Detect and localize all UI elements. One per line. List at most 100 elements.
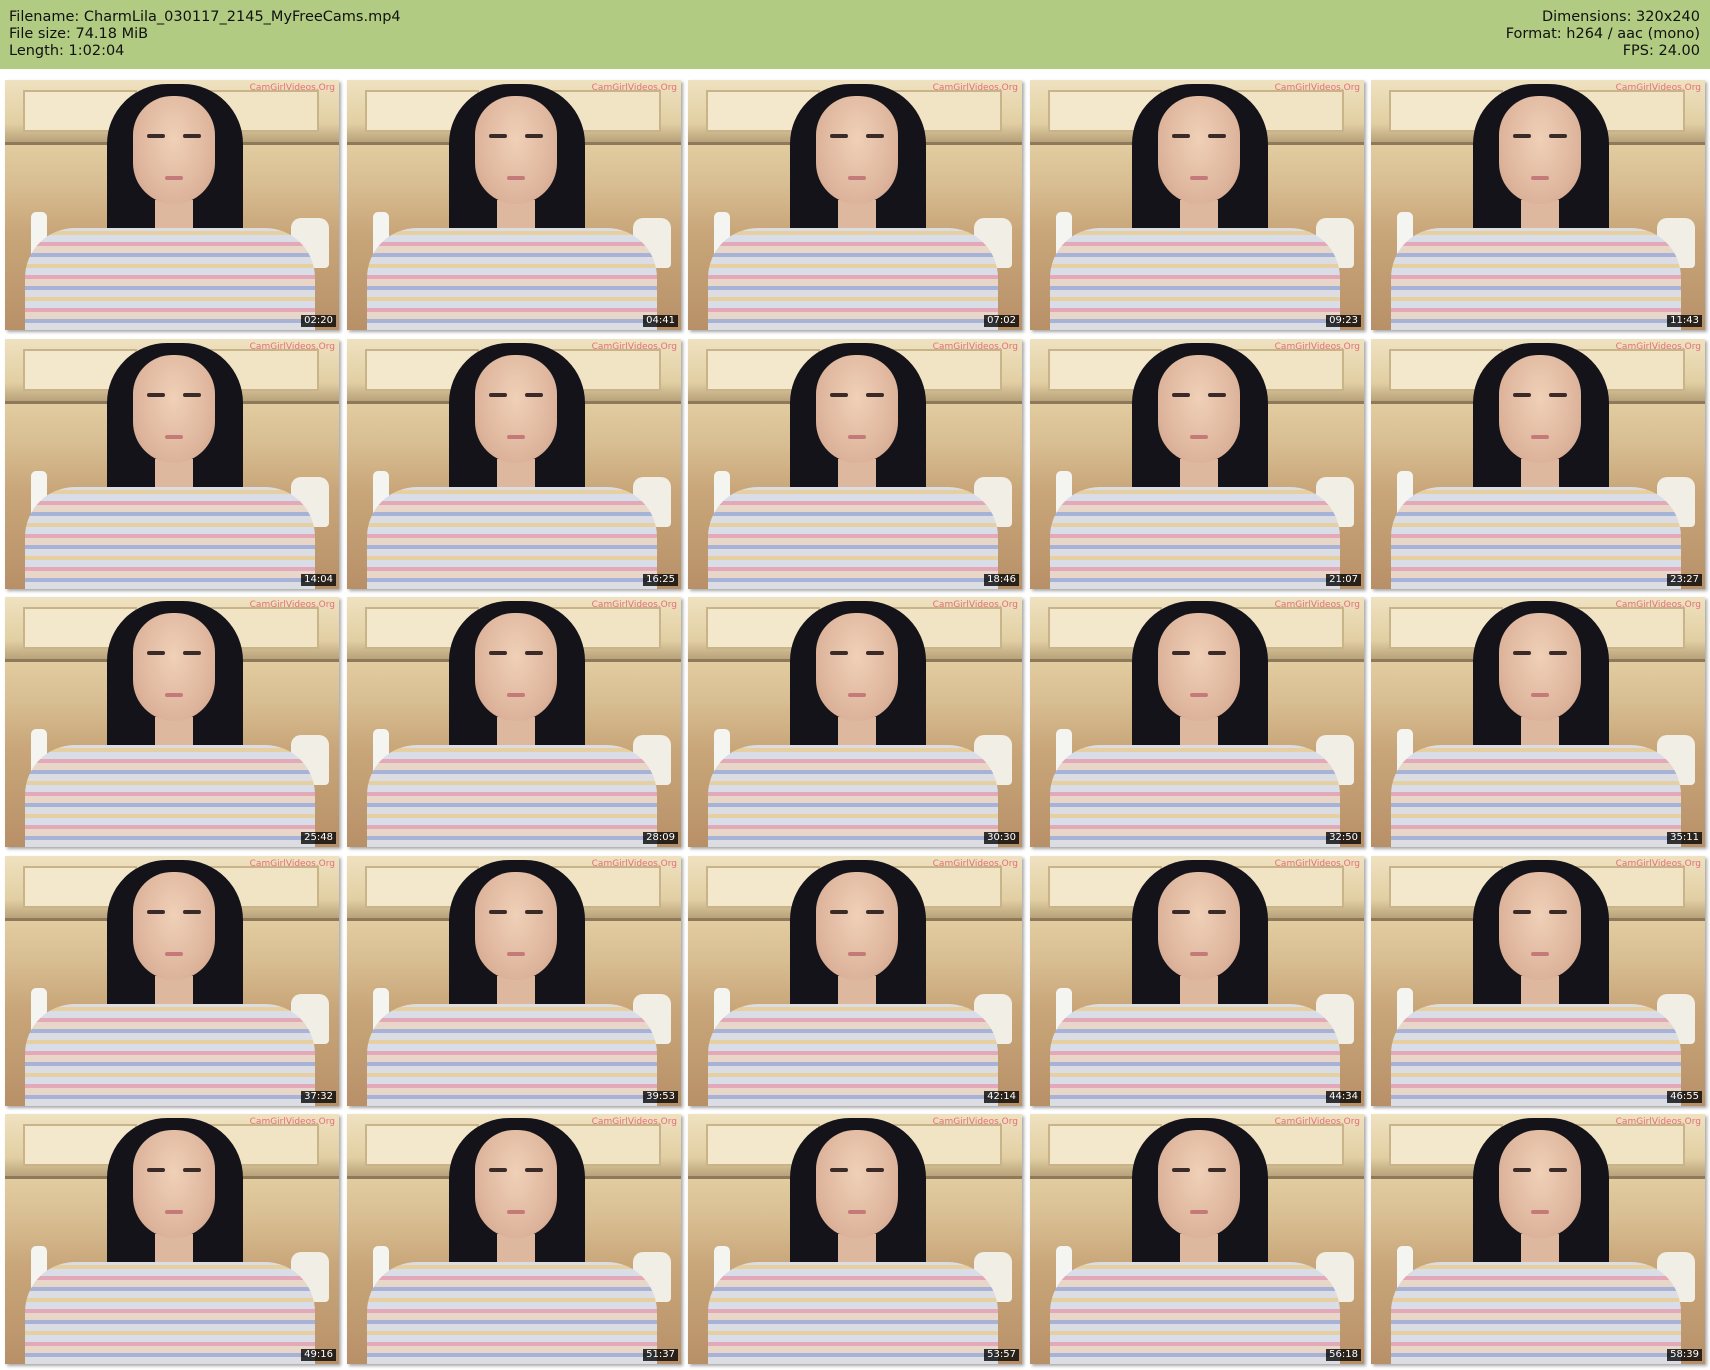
striped-shirt <box>708 1004 998 1106</box>
face-shape <box>133 613 215 721</box>
video-thumbnail: CamGirlVideos.Org 16:25 <box>347 339 681 589</box>
face-shape <box>133 872 215 980</box>
face-shape <box>1499 1130 1581 1238</box>
striped-shirt <box>1391 745 1681 847</box>
video-thumbnail: CamGirlVideos.Org 46:55 <box>1371 856 1705 1106</box>
watermark-text: CamGirlVideos.Org <box>591 342 677 352</box>
timestamp-label: 14:04 <box>301 574 336 586</box>
striped-shirt <box>1391 1004 1681 1106</box>
watermark-text: CamGirlVideos.Org <box>249 859 335 869</box>
striped-shirt <box>367 1004 657 1106</box>
timestamp-label: 46:55 <box>1667 1091 1702 1103</box>
video-thumbnail: CamGirlVideos.Org 53:57 <box>688 1114 1022 1364</box>
face-shape <box>1158 96 1240 204</box>
timestamp-label: 53:57 <box>984 1349 1019 1361</box>
video-thumbnail: CamGirlVideos.Org 49:16 <box>5 1114 339 1364</box>
video-thumbnail: CamGirlVideos.Org 35:11 <box>1371 597 1705 847</box>
face-shape <box>1499 355 1581 463</box>
video-thumbnail: CamGirlVideos.Org 28:09 <box>347 597 681 847</box>
striped-shirt <box>1050 1004 1340 1106</box>
timestamp-label: 18:46 <box>984 574 1019 586</box>
face-shape <box>1499 613 1581 721</box>
face-shape <box>1499 96 1581 204</box>
striped-shirt <box>708 487 998 589</box>
length-label: Length: 1:02:04 <box>9 43 125 59</box>
watermark-text: CamGirlVideos.Org <box>932 342 1018 352</box>
video-thumbnail: CamGirlVideos.Org 07:02 <box>688 80 1022 330</box>
watermark-text: CamGirlVideos.Org <box>591 600 677 610</box>
face-shape <box>133 1130 215 1238</box>
video-thumbnail: CamGirlVideos.Org 51:37 <box>347 1114 681 1364</box>
video-thumbnail: CamGirlVideos.Org 56:18 <box>1030 1114 1364 1364</box>
timestamp-label: 39:53 <box>643 1091 678 1103</box>
video-thumbnail: CamGirlVideos.Org 21:07 <box>1030 339 1364 589</box>
timestamp-label: 28:09 <box>643 832 678 844</box>
watermark-text: CamGirlVideos.Org <box>1615 859 1701 869</box>
timestamp-label: 44:34 <box>1326 1091 1361 1103</box>
file-info-right: Dimensions: 320x240 Format: h264 / aac (… <box>1506 9 1700 60</box>
watermark-text: CamGirlVideos.Org <box>591 83 677 93</box>
timestamp-label: 51:37 <box>643 1349 678 1361</box>
info-header: Filename: CharmLila_030117_2145_MyFreeCa… <box>0 0 1710 69</box>
striped-shirt <box>708 228 998 330</box>
video-thumbnail: CamGirlVideos.Org 23:27 <box>1371 339 1705 589</box>
video-thumbnail: CamGirlVideos.Org 18:46 <box>688 339 1022 589</box>
face-shape <box>1158 872 1240 980</box>
striped-shirt <box>708 1262 998 1364</box>
striped-shirt <box>25 1004 315 1106</box>
video-thumbnail: CamGirlVideos.Org 11:43 <box>1371 80 1705 330</box>
timestamp-label: 56:18 <box>1326 1349 1361 1361</box>
timestamp-label: 21:07 <box>1326 574 1361 586</box>
dimensions-label: Dimensions: 320x240 <box>1541 9 1700 25</box>
striped-shirt <box>367 1262 657 1364</box>
watermark-text: CamGirlVideos.Org <box>1615 600 1701 610</box>
watermark-text: CamGirlVideos.Org <box>249 600 335 610</box>
striped-shirt <box>1050 1262 1340 1364</box>
video-thumbnail: CamGirlVideos.Org 58:39 <box>1371 1114 1705 1364</box>
watermark-text: CamGirlVideos.Org <box>249 342 335 352</box>
timestamp-label: 30:30 <box>984 832 1019 844</box>
face-shape <box>816 613 898 721</box>
thumbnail-grid: CamGirlVideos.Org 02:20 CamGirlVideos.Org 0… <box>5 80 1705 1365</box>
striped-shirt <box>25 487 315 589</box>
watermark-text: CamGirlVideos.Org <box>932 600 1018 610</box>
face-shape <box>475 355 557 463</box>
watermark-text: CamGirlVideos.Org <box>1274 859 1360 869</box>
format-label: Format: h264 / aac (mono) <box>1505 26 1700 42</box>
video-thumbnail: CamGirlVideos.Org 42:14 <box>688 856 1022 1106</box>
striped-shirt <box>1050 228 1340 330</box>
watermark-text: CamGirlVideos.Org <box>591 1117 677 1127</box>
watermark-text: CamGirlVideos.Org <box>1274 342 1360 352</box>
video-thumbnail: CamGirlVideos.Org 37:32 <box>5 856 339 1106</box>
video-thumbnail: CamGirlVideos.Org 09:23 <box>1030 80 1364 330</box>
timestamp-label: 42:14 <box>984 1091 1019 1103</box>
striped-shirt <box>25 745 315 847</box>
timestamp-label: 25:48 <box>301 832 336 844</box>
filesize-label: File size: 74.18 MiB <box>9 26 149 42</box>
face-shape <box>816 355 898 463</box>
striped-shirt <box>1391 228 1681 330</box>
face-shape <box>1499 872 1581 980</box>
striped-shirt <box>367 745 657 847</box>
striped-shirt <box>1050 745 1340 847</box>
face-shape <box>1158 1130 1240 1238</box>
face-shape <box>475 1130 557 1238</box>
video-thumbnail: CamGirlVideos.Org 30:30 <box>688 597 1022 847</box>
watermark-text: CamGirlVideos.Org <box>249 1117 335 1127</box>
face-shape <box>816 872 898 980</box>
face-shape <box>1158 355 1240 463</box>
watermark-text: CamGirlVideos.Org <box>932 1117 1018 1127</box>
timestamp-label: 23:27 <box>1667 574 1702 586</box>
watermark-text: CamGirlVideos.Org <box>1274 83 1360 93</box>
video-thumbnail: CamGirlVideos.Org 14:04 <box>5 339 339 589</box>
face-shape <box>816 96 898 204</box>
watermark-text: CamGirlVideos.Org <box>932 83 1018 93</box>
face-shape <box>816 1130 898 1238</box>
face-shape <box>1158 613 1240 721</box>
striped-shirt <box>25 228 315 330</box>
file-info-left: Filename: CharmLila_030117_2145_MyFreeCa… <box>9 9 401 60</box>
face-shape <box>133 355 215 463</box>
striped-shirt <box>1391 1262 1681 1364</box>
face-shape <box>133 96 215 204</box>
filename-label: Filename: CharmLila_030117_2145_MyFreeCa… <box>9 9 401 25</box>
